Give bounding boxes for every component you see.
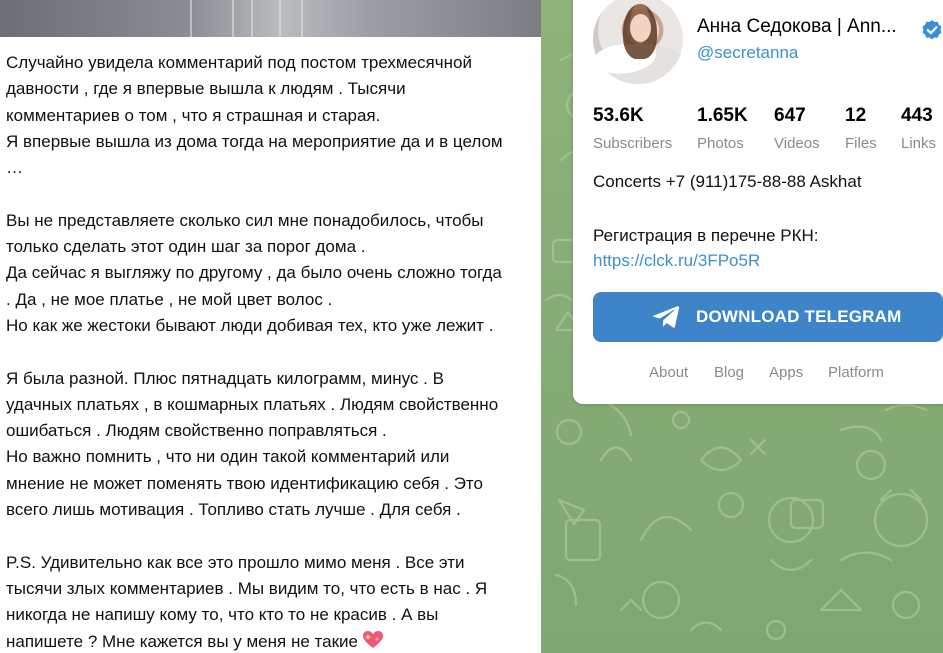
post-text-line: тысячи злых комментариев . Мы видим то, … — [6, 578, 488, 598]
post-text-line: только сделать этот один шаг за порог до… — [6, 237, 366, 257]
post-text-line: … — [6, 158, 23, 178]
stat-links[interactable]: 443 Links — [901, 104, 936, 155]
telegram-plane-icon — [652, 306, 680, 328]
post-text-line: Да сейчас я выгляжу по другому , да было… — [6, 263, 502, 283]
post-text: Случайно увидела комментарий под постом … — [6, 50, 536, 653]
footer-blog-link[interactable]: Blog — [714, 364, 744, 381]
stat-subscribers: 53.6K Subscribers — [593, 104, 672, 155]
post-photo[interactable] — [0, 0, 541, 37]
channel-description-registration: Регистрация в перечне РКН: — [593, 226, 819, 245]
download-telegram-button[interactable]: DOWNLOAD TELEGRAM — [593, 292, 943, 342]
footer-platform-link[interactable]: Platform — [828, 364, 884, 381]
post-text-line: Случайно увидела комментарий под постом … — [6, 53, 472, 72]
post-text-line: мнение не может поменять твою идентифика… — [6, 473, 483, 493]
post-text-line: Но как же жестоки бывают люди добивая те… — [6, 315, 494, 335]
post-text-line: напишете ? Мне кажется вы у меня не таки… — [6, 629, 536, 653]
post-text-line: Я впервые вышла из дома тогда на меропри… — [6, 131, 503, 151]
post-column: Случайно увидела комментарий под постом … — [0, 0, 541, 653]
channel-handle-link[interactable]: @secretanna — [697, 43, 798, 63]
post-text-line: удачных платьях , в кошмарных платьях . … — [6, 394, 499, 414]
channel-description-link[interactable]: https://clck.ru/3FPo5R — [593, 251, 760, 271]
post-text-line: всего лишь мотивация . Топливо стать луч… — [6, 500, 461, 520]
stat-label: Subscribers — [593, 135, 673, 152]
download-telegram-label: DOWNLOAD TELEGRAM — [696, 307, 902, 326]
post-text-line: Я была разной. Плюс пятнадцать килограмм… — [6, 368, 444, 388]
post-text-line: давности , где я впервые вышла к людям .… — [6, 79, 406, 99]
stat-videos[interactable]: 647 Videos — [774, 104, 820, 155]
post-text-line: никогда не напишу кому то, что кто то не… — [6, 605, 439, 625]
stat-value: 647 — [774, 105, 806, 126]
footer-about-link[interactable]: About — [649, 364, 688, 381]
stat-value: 443 — [901, 105, 933, 126]
stat-label: Links — [901, 135, 937, 152]
stat-photos[interactable]: 1.65K Photos — [697, 104, 748, 155]
channel-name[interactable]: Анна Седокова | Ann... — [697, 16, 905, 38]
post-text-line: комментариев о том , что я страшная и ст… — [6, 105, 381, 125]
stat-files[interactable]: 12 Files — [845, 104, 877, 155]
stat-label: Videos — [774, 135, 820, 152]
post-text-line: Вы не представляете сколько сил мне пона… — [6, 210, 484, 230]
channel-avatar[interactable] — [593, 0, 683, 84]
footer-apps-link[interactable]: Apps — [769, 364, 803, 381]
stat-label: Photos — [697, 135, 744, 152]
stat-label: Files — [845, 135, 877, 152]
stat-value: 12 — [845, 105, 867, 126]
stat-value: 53.6K — [593, 105, 644, 126]
post-text-line: P.S. Удивительно как все это прошло мимо… — [6, 552, 465, 572]
stat-value: 1.65K — [697, 105, 748, 126]
sparkling-heart-icon — [362, 630, 383, 648]
post-text-line: Но важно помнить , что ни один такой ком… — [6, 447, 450, 467]
channel-description-contact: Concerts +7 (911)175-88-88 Askhat — [593, 172, 862, 191]
post-text-line: . Да , не мое платье , не мой цвет волос… — [6, 289, 333, 309]
post-text-line: ошибаться . Людям свойственно поправлять… — [6, 421, 387, 441]
verified-badge-icon — [922, 20, 942, 40]
